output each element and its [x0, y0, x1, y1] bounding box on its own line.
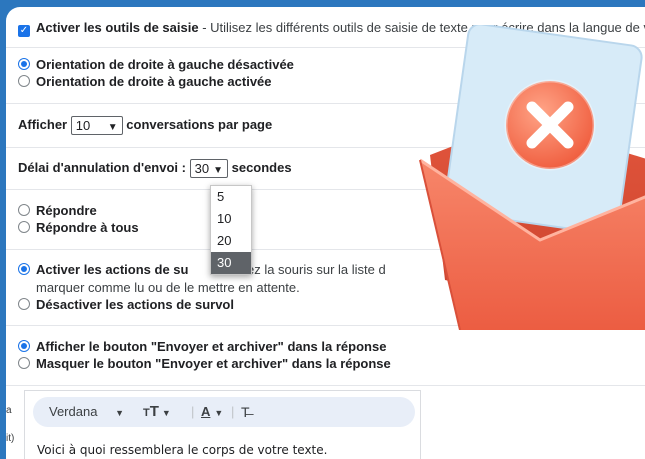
left-edge-text-2: it) — [6, 433, 15, 444]
checkbox-checked-icon[interactable]: ✓ — [18, 25, 30, 37]
radio-icon[interactable] — [18, 58, 30, 70]
formatting-toolbar: Verdana ▼ TT ▼ | A ▼ | T̶ — [33, 397, 415, 427]
radio-icon[interactable] — [18, 298, 30, 310]
rtl-off-label: Orientation de droite à gauche désactivé… — [36, 57, 294, 72]
send-archive-hide-option[interactable]: Masquer le bouton "Envoyer et archiver" … — [18, 356, 391, 371]
chevron-down-icon: ▼ — [107, 122, 118, 133]
screenshot-frame: ✓ Activer les outils de saisie - Utilisez… — [0, 0, 645, 459]
rtl-on-option[interactable]: Orientation de droite à gauche activée — [18, 74, 272, 89]
font-select[interactable]: Verdana ▼ — [49, 397, 124, 427]
send-archive-show-option[interactable]: Afficher le bouton "Envoyer et archiver"… — [18, 339, 386, 354]
page-size-select[interactable]: 10 ▼ — [70, 116, 123, 135]
undo-send-option[interactable]: 5 — [211, 186, 251, 208]
undo-send-suffix: secondes — [231, 159, 292, 175]
font-name: Verdana — [49, 404, 98, 419]
reply-label: Répondre — [36, 203, 97, 218]
font-size-icon[interactable]: TT ▼ — [143, 397, 171, 427]
page-size-suffix: conversations par page — [126, 116, 273, 132]
undo-send-option-selected[interactable]: 30 — [211, 252, 251, 274]
default-text-style-editor: Verdana ▼ TT ▼ | A ▼ | T̶ Voici à quoi res… — [24, 390, 421, 459]
toolbar-separator: | — [231, 404, 235, 419]
clear-formatting-icon[interactable]: T̶ — [241, 397, 250, 427]
divider — [6, 385, 645, 386]
hover-on-label: Activer les actions de su — [36, 262, 189, 277]
reply-option[interactable]: Répondre — [18, 203, 97, 218]
undo-send-option[interactable]: 20 — [211, 230, 251, 252]
reply-all-label: Répondre à tous — [36, 220, 139, 235]
hover-on-option[interactable]: Activer les actions de su Passez la sour… — [18, 262, 386, 277]
send-archive-show-label: Afficher le bouton "Envoyer et archiver"… — [36, 339, 387, 354]
chevron-down-icon: ▼ — [213, 165, 223, 176]
radio-icon[interactable] — [18, 221, 30, 233]
hover-on-description-2: marquer comme lu ou de le mettre en atte… — [36, 280, 300, 295]
radio-icon[interactable] — [18, 357, 30, 369]
rtl-off-option[interactable]: Orientation de droite à gauche désactivé… — [18, 57, 294, 72]
text-color-icon[interactable]: A ▼ — [201, 397, 223, 427]
left-edge-text-1: a — [6, 405, 12, 416]
radio-icon[interactable] — [18, 263, 30, 275]
reply-all-option[interactable]: Répondre à tous — [18, 220, 139, 235]
undo-send-setting: Délai d'annulation d'envoi : 30 ▼ seconde… — [18, 159, 292, 178]
undo-send-dropdown: 5 10 20 30 — [210, 185, 252, 275]
page-size-prefix: Afficher — [18, 116, 68, 132]
send-archive-hide-label: Masquer le bouton "Envoyer et archiver" … — [36, 356, 391, 371]
text-preview: Voici à quoi ressemblera le corps de vot… — [37, 443, 328, 457]
hover-off-label: Désactiver les actions de survol — [36, 297, 234, 312]
undo-send-label: Délai d'annulation d'envoi : — [18, 159, 186, 175]
rtl-on-label: Orientation de droite à gauche activée — [36, 74, 272, 89]
toolbar-separator: | — [191, 404, 195, 419]
undo-send-option[interactable]: 10 — [211, 208, 251, 230]
radio-icon[interactable] — [18, 75, 30, 87]
envelope-cancel-icon — [419, 25, 645, 330]
input-tools-label: Activer les outils de saisie — [36, 20, 199, 35]
hover-off-option[interactable]: Désactiver les actions de survol — [18, 297, 234, 312]
radio-icon[interactable] — [18, 340, 30, 352]
page-size-setting: Afficher 10 ▼ conversations par page — [18, 116, 272, 135]
page-size-value: 10 — [75, 118, 91, 133]
chevron-down-icon: ▼ — [115, 408, 124, 418]
undo-send-value: 30 — [194, 161, 210, 176]
radio-icon[interactable] — [18, 204, 30, 216]
undo-send-select[interactable]: 30 ▼ — [189, 159, 228, 178]
